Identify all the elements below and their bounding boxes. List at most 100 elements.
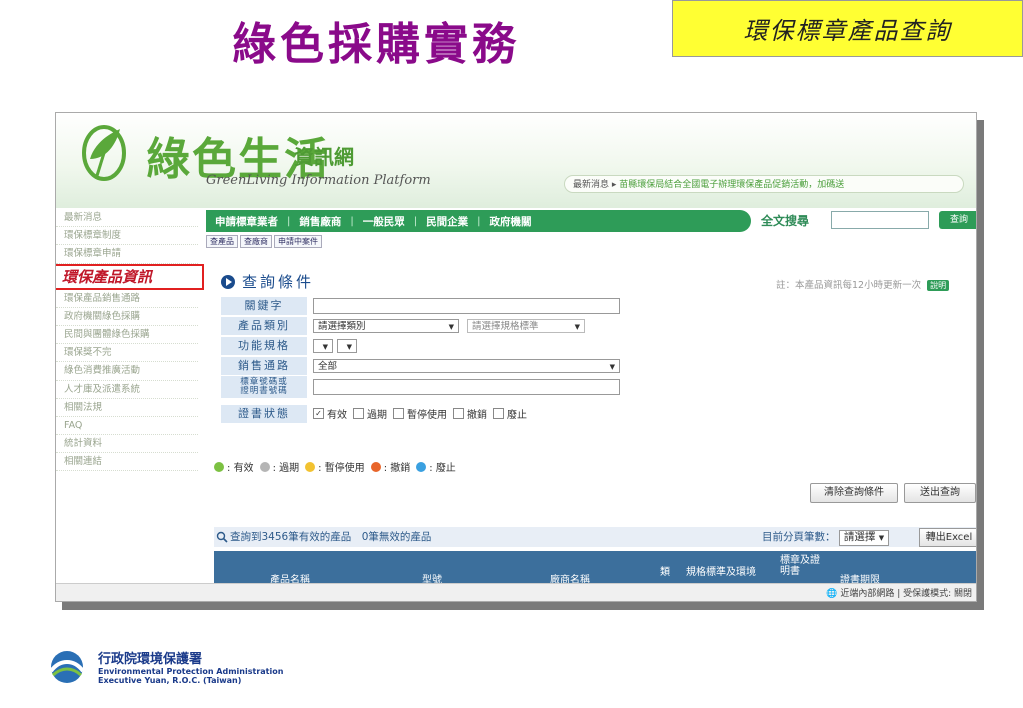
- category-select[interactable]: 請選擇類別 ▼: [313, 318, 459, 333]
- page-size-label: 目前分頁筆數：: [762, 531, 836, 543]
- channel-row: 銷售通路 全部 ▼: [221, 356, 628, 375]
- epa-emblem-icon: [49, 650, 85, 683]
- top-navigation: 申請標章業者 | 銷售廠商 | 一般民眾 | 民間企業 | 政府機關 全文搜尋 …: [206, 210, 976, 232]
- slide-title: 綠色採購實務: [232, 19, 520, 70]
- legend-expired: : 過期: [272, 463, 300, 474]
- nav-item-applicant[interactable]: 申請標章業者: [206, 214, 287, 229]
- tab-vendors[interactable]: 查廠商: [240, 235, 272, 248]
- channel-label: 銷售通路: [221, 356, 307, 375]
- status-valid-checkbox[interactable]: ✓ 有效: [313, 406, 347, 421]
- orange-dot-icon: [370, 461, 381, 472]
- export-excel-button[interactable]: 轉出Excel: [919, 528, 976, 547]
- agency-name-en-2: Executive Yuan, R.O.C. (Taiwan): [98, 676, 242, 685]
- sidebar-item-label-apply[interactable]: 環保標章申請: [56, 245, 198, 264]
- checkbox-icon: [353, 408, 364, 419]
- news-text[interactable]: 苗縣環保局結合全國電子辦理環保產品促銷活動，加碼送: [619, 180, 844, 190]
- sidebar-item-faq[interactable]: FAQ: [56, 417, 198, 436]
- agency-name-cn: 行政院環境保護署: [98, 652, 203, 667]
- result-summary: 查詢到3456筆有效的產品 0筆無效的產品: [230, 531, 432, 543]
- query-header: 查詢條件: [221, 271, 314, 292]
- submit-query-button[interactable]: 送出查詢: [904, 483, 976, 503]
- keyword-row: 關鍵字: [221, 296, 628, 315]
- col-spec-standard[interactable]: 規格標準及環境: [686, 563, 756, 578]
- legend-valid: : 有效: [227, 463, 254, 474]
- fulltext-search-label: 全文搜尋: [761, 214, 810, 228]
- category-label: 產品類別: [221, 316, 307, 335]
- sidebar-item-sales-channels[interactable]: 環保產品銷售通路: [56, 290, 198, 308]
- magnifier-icon: [216, 531, 228, 543]
- function-select-1[interactable]: ▼: [313, 338, 333, 353]
- function-select-2[interactable]: ▼: [337, 338, 357, 353]
- cert-number-input[interactable]: [313, 379, 620, 395]
- sidebar-item-promotion[interactable]: 綠色消費推廣活動: [56, 362, 198, 381]
- category-row: 產品類別 請選擇類別 ▼ 請選擇規格標準 ▼: [221, 316, 628, 335]
- chevron-down-icon: ▼: [346, 342, 352, 351]
- yellow-dot-icon: [305, 461, 316, 472]
- chevron-down-icon: ▼: [609, 362, 615, 371]
- status-revoked-label: 撤銷: [467, 410, 487, 421]
- leaf-logo-icon: [82, 125, 126, 181]
- tab-products[interactable]: 查產品: [206, 235, 238, 248]
- fulltext-search-button[interactable]: 查詢: [939, 211, 976, 229]
- cert-number-row: 標章號碼或 證明書號碼: [221, 376, 628, 398]
- tab-pending-cases[interactable]: 申請中案件: [274, 235, 322, 248]
- channel-select-value: 全部: [318, 360, 338, 372]
- legend-suspended: : 暫停使用: [318, 463, 365, 474]
- keyword-label: 關鍵字: [221, 296, 307, 315]
- status-abolished-label: 廢止: [507, 410, 527, 421]
- fulltext-search-input[interactable]: [831, 211, 929, 229]
- news-ticker[interactable]: 最新消息 ▸ 苗縣環保局結合全國電子辦理環保產品促銷活動，加碼送: [564, 175, 964, 193]
- function-row: 功能規格 ▼ ▼: [221, 336, 628, 355]
- status-expired-checkbox[interactable]: 過期: [353, 406, 387, 421]
- update-note: 註：本產品資訊每12小時更新一次 說明: [776, 277, 950, 291]
- sidebar-item-awards[interactable]: 環保獎不完: [56, 344, 198, 363]
- col-category[interactable]: 類: [660, 563, 670, 578]
- nav-item-public[interactable]: 一般民眾: [354, 214, 414, 229]
- sidebar-item-links[interactable]: 相關連結: [56, 453, 198, 472]
- chevron-down-icon: ▼: [574, 322, 580, 331]
- status-legend: : 有效 : 過期 : 暫停使用 : 撤銷 : 廢止: [214, 459, 456, 474]
- blue-dot-icon: [416, 461, 427, 472]
- sidebar-item-statistics[interactable]: 統計資料: [56, 435, 198, 454]
- col-certificate[interactable]: 標章及證明書: [780, 555, 824, 577]
- status-revoked-checkbox[interactable]: 撤銷: [453, 406, 487, 421]
- sidebar-item-news[interactable]: 最新消息: [56, 209, 198, 228]
- note-help-button[interactable]: 說明: [927, 280, 950, 291]
- news-label: 最新消息 ▸: [573, 180, 617, 190]
- query-form: 關鍵字 產品類別 請選擇類別 ▼ 請選擇規格標準 ▼ 功能規格 ▼ ▼ 銷售通路…: [221, 296, 628, 424]
- sidebar-item-private-procurement[interactable]: 民間與團體綠色採購: [56, 326, 198, 345]
- nav-item-enterprise[interactable]: 民間企業: [417, 214, 477, 229]
- update-note-text: 註：本產品資訊每12小時更新一次: [776, 280, 922, 291]
- chevron-down-icon: ▼: [878, 534, 885, 542]
- chevron-down-icon: ▼: [322, 342, 328, 351]
- clear-conditions-button[interactable]: 清除查詢條件: [810, 483, 898, 503]
- sidebar-item-talent[interactable]: 人才庫及派遣系統: [56, 381, 198, 399]
- status-abolished-checkbox[interactable]: 廢止: [493, 406, 527, 421]
- query-title: 查詢條件: [242, 273, 315, 291]
- site-banner: 綠色生活 資訊網 GreenLiving Information Platfor…: [56, 113, 976, 208]
- green-dot-icon: [214, 461, 224, 472]
- sidebar-item-regulations[interactable]: 相關法規: [56, 399, 198, 417]
- status-label: 證書狀態: [221, 404, 307, 423]
- page-size-select[interactable]: 請選擇 ▼: [838, 530, 890, 546]
- sidebar-item-label-system[interactable]: 環保標章制度: [56, 227, 198, 246]
- spec-standard-select[interactable]: 請選擇規格標準 ▼: [467, 318, 585, 333]
- sidebar-item-gov-procurement[interactable]: 政府機關綠色採購: [56, 308, 198, 326]
- status-zone: 🌐 近端內部網路 | 受保護模式: 關閉: [826, 589, 972, 599]
- audience-nav-bar: 申請標章業者 | 銷售廠商 | 一般民眾 | 民間企業 | 政府機關: [206, 210, 751, 232]
- spec-standard-placeholder: 請選擇規格標準: [472, 320, 539, 332]
- nav-item-vendor[interactable]: 銷售廠商: [290, 214, 350, 229]
- browser-status-bar: 🌐 近端內部網路 | 受保護模式: 關閉: [56, 583, 976, 601]
- keyword-input[interactable]: [313, 297, 620, 314]
- channel-select[interactable]: 全部 ▼: [313, 358, 620, 373]
- sub-tabs: 查產品 查廠商 申請中案件: [206, 235, 324, 248]
- legend-abolished: : 廢止: [429, 463, 456, 474]
- nav-item-government[interactable]: 政府機關: [481, 214, 541, 229]
- function-label: 功能規格: [221, 336, 307, 355]
- site-logo-english: GreenLiving Information Platform: [206, 173, 431, 188]
- corner-label: 環保標章產品查詢: [672, 0, 1023, 57]
- checkbox-icon: [453, 408, 464, 419]
- status-row: 證書狀態 ✓ 有效 過期 暫停使用 撤銷 廢止: [221, 404, 628, 423]
- status-suspended-checkbox[interactable]: 暫停使用: [393, 406, 447, 421]
- sidebar-item-product-info[interactable]: 環保產品資訊: [56, 263, 204, 290]
